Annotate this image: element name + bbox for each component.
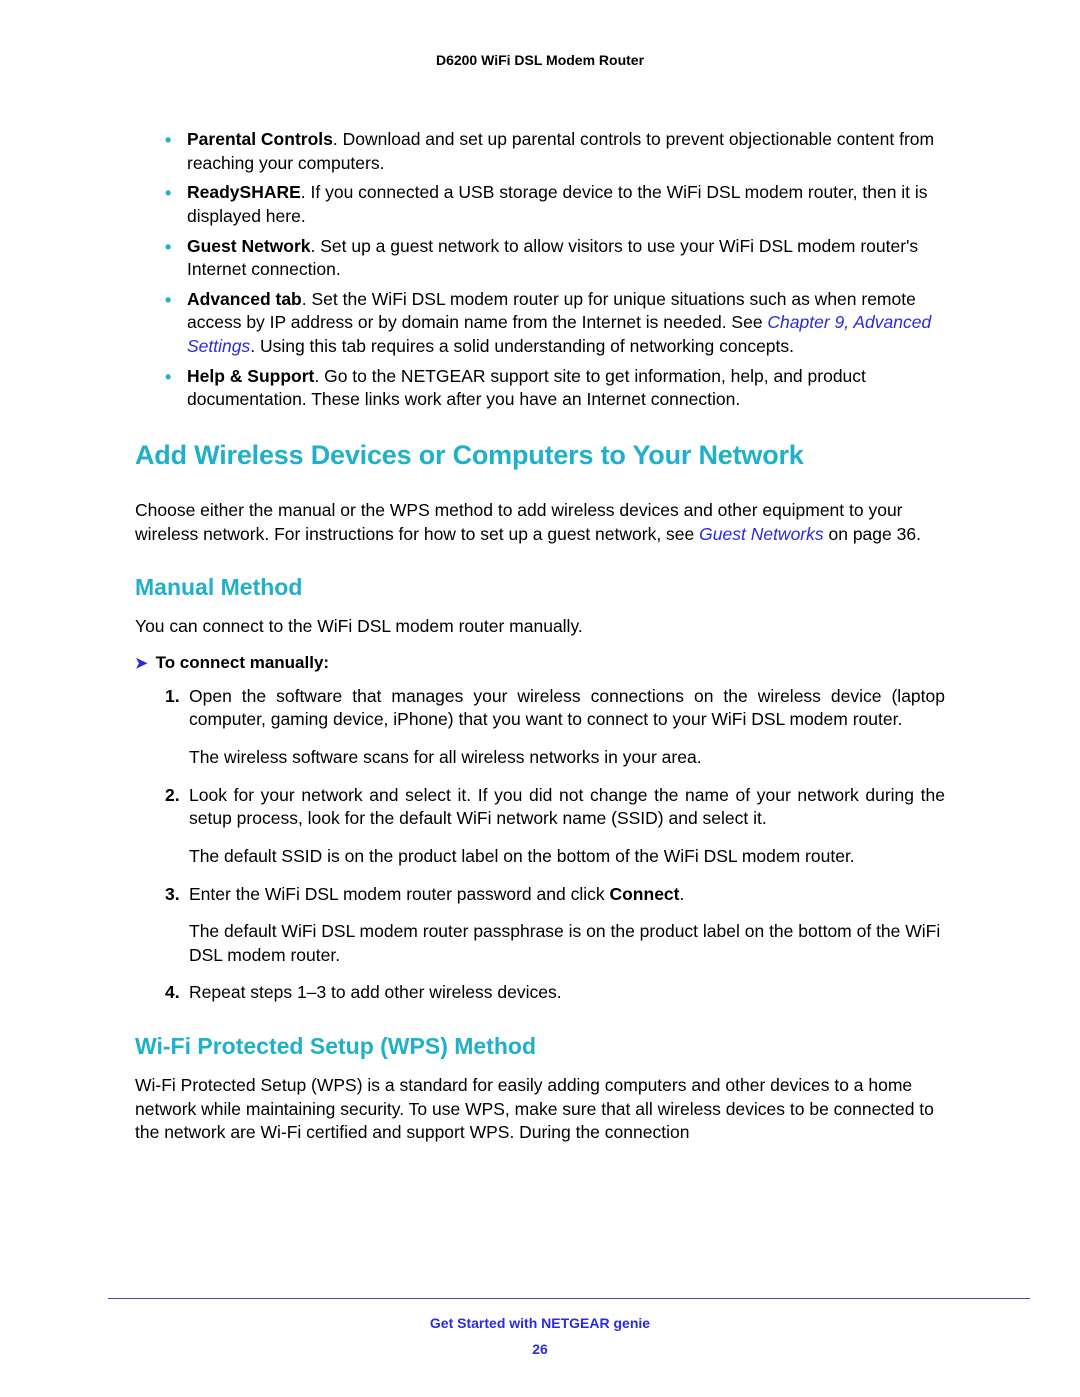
step-followup: The wireless software scans for all wire… [189,746,945,770]
section-heading-h1: Add Wireless Devices or Computers to You… [135,440,945,471]
step-text: Open the software that manages your wire… [189,686,945,730]
list-item: Parental Controls. Download and set up p… [165,128,945,175]
page-number: 26 [0,1341,1080,1357]
arrow-icon: ➤ [135,654,148,672]
footer-section-title: Get Started with NETGEAR genie [0,1315,1080,1331]
list-lead: Help & Support [187,366,314,386]
list-item: Guest Network. Set up a guest network to… [165,235,945,282]
step-item: 3. Enter the WiFi DSL modem router passw… [165,883,945,968]
step-item: 1. Open the software that manages your w… [165,685,945,770]
step-number: 1. [165,685,180,709]
paragraph: Wi-Fi Protected Setup (WPS) is a standar… [135,1074,945,1145]
procedure-heading-text: To connect manually: [156,653,330,672]
procedure-heading: ➤ To connect manually: [135,653,945,673]
ui-element-name: Connect [609,884,679,904]
page-footer: Get Started with NETGEAR genie 26 [0,1315,1080,1357]
list-lead: Advanced tab [187,289,302,309]
section-heading-h2: Manual Method [135,574,945,601]
section-heading-h2: Wi-Fi Protected Setup (WPS) Method [135,1033,945,1060]
step-text: Repeat steps 1–3 to add other wireless d… [189,982,562,1002]
step-text: . [679,884,684,904]
step-followup: The default SSID is on the product label… [189,845,945,869]
list-lead: Parental Controls [187,129,333,149]
feature-bullet-list: Parental Controls. Download and set up p… [135,128,945,412]
list-lead: Guest Network [187,236,311,256]
list-text: . Using this tab requires a solid unders… [250,336,794,356]
step-number: 4. [165,981,180,1005]
step-followup: The default WiFi DSL modem router passph… [189,920,945,967]
text: on page 36. [824,524,921,544]
list-item: ReadySHARE. If you connected a USB stora… [165,181,945,228]
step-text: Look for your network and select it. If … [189,785,945,829]
list-item: Help & Support. Go to the NETGEAR suppor… [165,365,945,412]
footer-divider [108,1298,1030,1299]
list-lead: ReadySHARE [187,182,301,202]
step-item: 2. Look for your network and select it. … [165,784,945,869]
document-header: D6200 WiFi DSL Modem Router [135,52,945,68]
list-item: Advanced tab. Set the WiFi DSL modem rou… [165,288,945,359]
step-item: 4. Repeat steps 1–3 to add other wireles… [165,981,945,1005]
step-text: Enter the WiFi DSL modem router password… [189,884,609,904]
paragraph: You can connect to the WiFi DSL modem ro… [135,615,945,639]
numbered-steps: 1. Open the software that manages your w… [135,685,945,1005]
step-number: 3. [165,883,180,907]
step-number: 2. [165,784,180,808]
cross-reference-link[interactable]: Guest Networks [699,524,823,544]
paragraph: Choose either the manual or the WPS meth… [135,499,945,546]
